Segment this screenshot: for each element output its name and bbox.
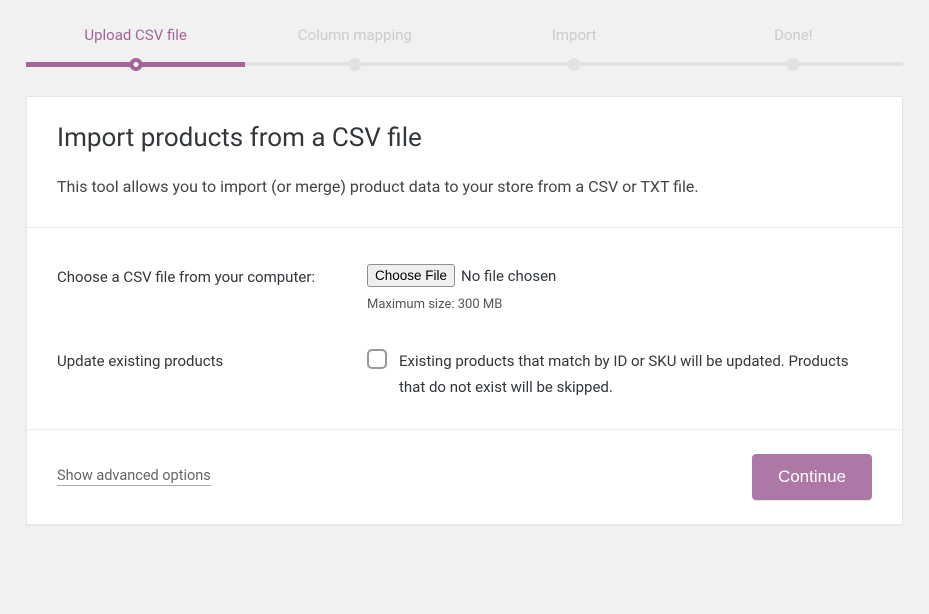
card-body: Choose a CSV file from your computer: Ch…: [27, 228, 902, 429]
card-footer: Show advanced options Continue: [27, 429, 902, 524]
continue-button[interactable]: Continue: [752, 454, 872, 500]
max-size-hint: Maximum size: 300 MB: [367, 297, 872, 312]
row-update-existing: Update existing products Existing produc…: [57, 330, 872, 419]
update-existing-checkbox[interactable]: [367, 349, 387, 369]
page-title: Import products from a CSV file: [57, 123, 872, 153]
step-dot-2: [348, 58, 361, 71]
card-header: Import products from a CSV file This too…: [27, 97, 902, 228]
wizard-progress: Upload CSV file Column mapping Import Do…: [26, 26, 903, 66]
import-card: Import products from a CSV file This too…: [26, 96, 903, 525]
update-existing-label: Update existing products: [57, 348, 367, 375]
file-input[interactable]: Choose File No file chosen: [367, 264, 872, 287]
update-existing-help: Existing products that match by ID or SK…: [399, 348, 872, 401]
step-dot-4: [787, 58, 800, 71]
choose-file-button[interactable]: Choose File: [367, 264, 455, 287]
file-status: No file chosen: [461, 267, 556, 285]
step-dot-3: [568, 58, 581, 71]
advanced-options-link[interactable]: Show advanced options: [57, 467, 211, 486]
choose-file-label: Choose a CSV file from your computer:: [57, 264, 367, 291]
page-description: This tool allows you to import (or merge…: [57, 175, 872, 199]
progress-track: [26, 62, 903, 66]
row-choose-file: Choose a CSV file from your computer: Ch…: [57, 246, 872, 330]
step-dot-1: [129, 58, 142, 71]
